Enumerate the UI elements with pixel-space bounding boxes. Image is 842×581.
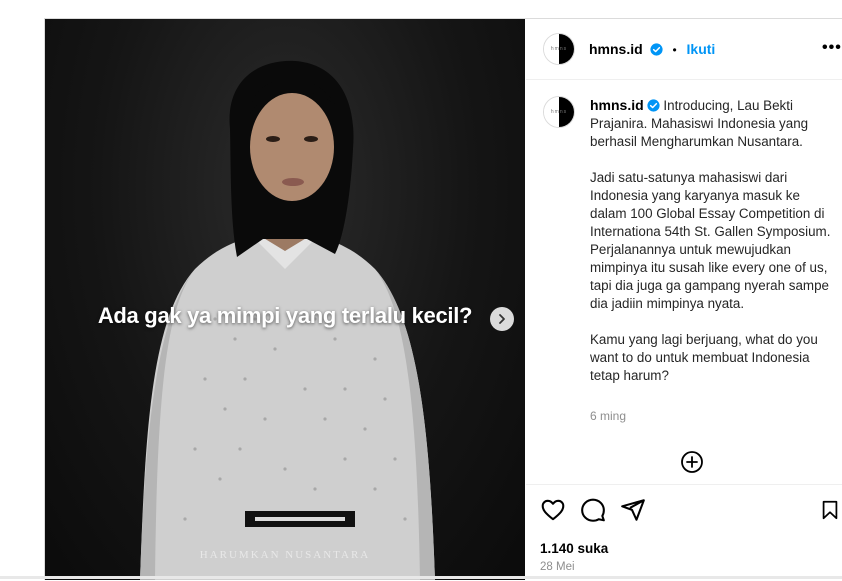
bookmark-icon[interactable] bbox=[819, 497, 841, 523]
avatar-logo-text: hmns bbox=[550, 46, 568, 52]
caption-text: hmns.id Introducing, Lau Bekti Prajanira… bbox=[590, 96, 838, 403]
caption-area: hmns hmns.id Introducing, Lau Bekti Praj… bbox=[526, 80, 842, 484]
more-options-button[interactable]: ••• bbox=[822, 39, 842, 57]
header-username[interactable]: hmns.id bbox=[589, 41, 643, 57]
chevron-right-icon bbox=[499, 314, 505, 324]
portrait-photo bbox=[140, 60, 435, 580]
heart-icon[interactable] bbox=[540, 497, 566, 523]
post-side-panel: hmns hmns.id • Ikuti ••• hmns hmns.id In… bbox=[526, 19, 842, 580]
verified-badge-icon bbox=[647, 99, 660, 112]
overlay-caption: Ada gak ya mimpi yang terlalu kecil? bbox=[97, 303, 473, 328]
avatar-logo-text: hmns bbox=[550, 109, 568, 115]
caption-paragraph-2: Jadi satu-satunya mahasiswi dari Indones… bbox=[590, 170, 831, 311]
separator-dot: • bbox=[672, 43, 677, 57]
add-comment-circle-icon[interactable] bbox=[680, 450, 704, 474]
like-count[interactable]: 1.140 suka bbox=[540, 541, 608, 556]
caption-paragraph-3: Kamu yang lagi berjuang, what do you wan… bbox=[590, 332, 818, 383]
post-media[interactable]: Ada gak ya mimpi yang terlalu kecil? HAR… bbox=[45, 19, 525, 580]
caption-avatar[interactable]: hmns bbox=[543, 96, 575, 128]
post-time[interactable]: 6 ming bbox=[590, 409, 626, 423]
post-header: hmns hmns.id • Ikuti ••• bbox=[526, 19, 842, 80]
post-date[interactable]: 28 Mei bbox=[540, 561, 575, 573]
header-user-line: hmns.id • Ikuti bbox=[589, 41, 715, 57]
share-icon[interactable] bbox=[620, 497, 646, 523]
instagram-post: Ada gak ya mimpi yang terlalu kecil? HAR… bbox=[44, 18, 842, 580]
caption-username[interactable]: hmns.id bbox=[590, 97, 644, 113]
brand-watermark: HARUMKAN NUSANTARA bbox=[199, 549, 371, 561]
action-bar: 1.140 suka 28 Mei bbox=[526, 484, 842, 581]
next-slide-button[interactable] bbox=[490, 307, 514, 331]
follow-button[interactable]: Ikuti bbox=[687, 41, 716, 57]
avatar[interactable]: hmns bbox=[543, 33, 575, 65]
comment-icon[interactable] bbox=[580, 497, 606, 523]
verified-badge-icon bbox=[649, 43, 663, 56]
